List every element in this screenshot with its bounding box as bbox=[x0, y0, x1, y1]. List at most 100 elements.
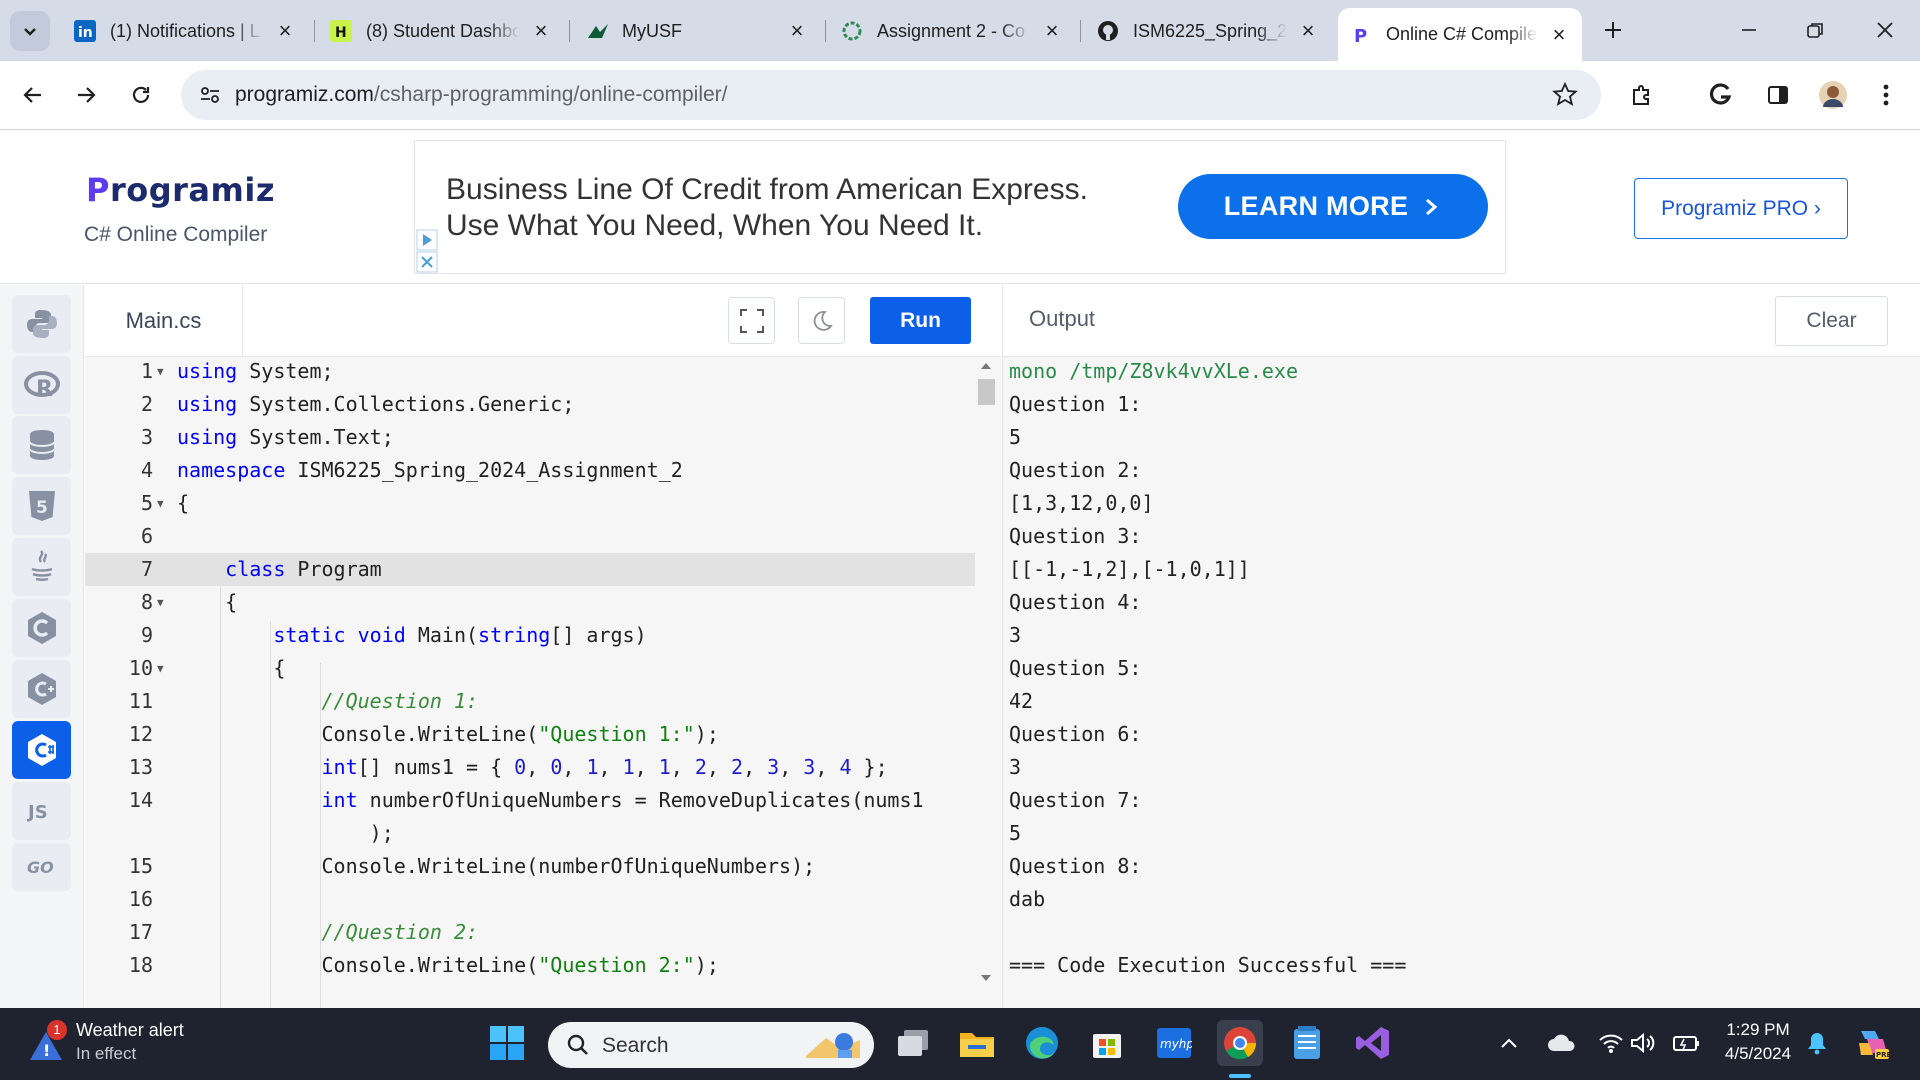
code-line: 1 ▼ using System; bbox=[140, 359, 334, 383]
back-button[interactable] bbox=[12, 74, 54, 116]
ad-choices[interactable] bbox=[416, 229, 438, 273]
language-cpp[interactable] bbox=[12, 660, 71, 718]
puzzle-icon bbox=[1633, 85, 1649, 105]
output-line: Question 4: bbox=[1009, 590, 1142, 614]
visual-studio-button[interactable] bbox=[1350, 1020, 1396, 1066]
close-icon[interactable]: × bbox=[274, 18, 296, 43]
language-java[interactable] bbox=[12, 538, 71, 596]
extensions-button[interactable] bbox=[1622, 74, 1664, 116]
notepad-button[interactable] bbox=[1284, 1020, 1330, 1066]
ad-learn-more-button[interactable]: LEARN MORE bbox=[1178, 174, 1488, 239]
tab-separator bbox=[1080, 20, 1081, 42]
programiz-header: Programiz C# Online Compiler Business Li… bbox=[0, 131, 1920, 284]
output-line: 3 bbox=[1009, 755, 1022, 779]
advertisement-banner[interactable]: Business Line Of Credit from American Ex… bbox=[414, 140, 1506, 274]
tab-search-button[interactable] bbox=[10, 11, 50, 51]
language-sql[interactable] bbox=[12, 416, 71, 474]
language-r[interactable]: R bbox=[12, 356, 71, 414]
hackerrank-icon: H bbox=[330, 20, 352, 42]
svg-text:5: 5 bbox=[36, 498, 48, 518]
copilot-button[interactable]: PRE bbox=[1850, 1020, 1896, 1066]
language-javascript[interactable]: JS bbox=[12, 782, 71, 840]
code-line: 16 bbox=[128, 887, 153, 911]
programiz-logo[interactable]: Programiz bbox=[86, 171, 275, 209]
forward-button[interactable] bbox=[65, 74, 107, 116]
notifications-button[interactable] bbox=[1800, 1020, 1834, 1066]
clock-time[interactable]: 1:29 PM bbox=[1708, 1020, 1808, 1040]
language-html[interactable]: 5 bbox=[12, 477, 71, 535]
minimize-button[interactable] bbox=[1726, 8, 1772, 52]
side-panel-button[interactable] bbox=[1757, 74, 1799, 116]
tab-separator bbox=[569, 20, 570, 42]
wifi-icon bbox=[1599, 1034, 1623, 1053]
file-explorer-button[interactable] bbox=[954, 1020, 1000, 1066]
forward-arrow-icon bbox=[78, 87, 96, 103]
close-icon[interactable]: × bbox=[1297, 18, 1319, 43]
battery-button[interactable] bbox=[1669, 1020, 1703, 1066]
tab-linkedin[interactable]: in (1) Notifications | L × bbox=[62, 10, 308, 52]
language-csharp[interactable] bbox=[12, 721, 71, 779]
svg-text:!: ! bbox=[43, 1041, 50, 1060]
svg-text:JS: JS bbox=[27, 802, 48, 823]
run-button[interactable]: Run bbox=[870, 297, 971, 344]
code-editor[interactable]: 1 ▼ using System; 2 using System.Collection… bbox=[85, 357, 1001, 1008]
editor-scrollbar[interactable] bbox=[975, 357, 997, 987]
clock-date[interactable]: 4/5/2024 bbox=[1708, 1044, 1808, 1064]
dark-mode-toggle[interactable] bbox=[798, 297, 845, 344]
browser-menu-button[interactable] bbox=[1865, 74, 1907, 116]
new-tab-button[interactable] bbox=[1590, 8, 1636, 52]
tab-canvas[interactable]: Assignment 2 - Co × bbox=[829, 10, 1075, 52]
chrome-button[interactable] bbox=[1217, 1020, 1263, 1066]
close-window-button[interactable] bbox=[1862, 8, 1908, 52]
show-hidden-icons-button[interactable] bbox=[1494, 1020, 1524, 1066]
output-line: Question 8: bbox=[1009, 854, 1142, 878]
taskbar-search[interactable]: Search bbox=[548, 1022, 874, 1068]
more-vertical-icon bbox=[1883, 84, 1889, 106]
output-title: Output bbox=[1029, 306, 1096, 331]
profile-button[interactable] bbox=[1812, 74, 1854, 116]
programiz-icon: P bbox=[1350, 24, 1372, 46]
close-icon[interactable]: × bbox=[1041, 18, 1063, 43]
myhp-button[interactable]: myhp bbox=[1151, 1020, 1197, 1066]
volume-button[interactable] bbox=[1626, 1020, 1660, 1066]
restore-button[interactable] bbox=[1792, 8, 1838, 52]
file-tab-main[interactable]: Main.cs bbox=[85, 285, 243, 357]
site-info-icon[interactable] bbox=[199, 84, 221, 111]
tab-github[interactable]: ISM6225_Spring_20 × bbox=[1085, 10, 1331, 52]
start-button[interactable] bbox=[484, 1020, 530, 1066]
code-line: 10 ▼ { bbox=[128, 656, 286, 680]
wifi-button[interactable] bbox=[1594, 1020, 1628, 1066]
language-go[interactable]: GO bbox=[12, 843, 71, 891]
edge-icon bbox=[1026, 1027, 1058, 1059]
onedrive-button[interactable] bbox=[1541, 1020, 1581, 1066]
volume-icon bbox=[1631, 1032, 1655, 1054]
grammarly-button[interactable] bbox=[1700, 74, 1742, 116]
close-icon[interactable]: × bbox=[1548, 22, 1570, 47]
language-c[interactable] bbox=[12, 599, 71, 657]
tab-myusf[interactable]: MyUSF × bbox=[574, 10, 820, 52]
output-line: dab bbox=[1009, 887, 1046, 911]
battery-icon bbox=[1673, 1036, 1699, 1051]
ad-button-label: LEARN MORE bbox=[1223, 191, 1409, 221]
url-domain: programiz.com bbox=[235, 83, 374, 106]
output-line: Question 6: bbox=[1009, 722, 1142, 746]
task-view-button[interactable] bbox=[890, 1020, 936, 1066]
bookmark-star-icon[interactable] bbox=[1552, 81, 1578, 113]
reload-button[interactable] bbox=[120, 74, 162, 116]
edge-button[interactable] bbox=[1019, 1020, 1065, 1066]
close-icon[interactable]: × bbox=[786, 18, 808, 43]
bell-icon bbox=[1808, 1033, 1826, 1055]
language-python[interactable] bbox=[12, 295, 71, 353]
tab-hackerrank[interactable]: H (8) Student Dashbo × bbox=[318, 10, 564, 52]
tab-programiz-active[interactable]: P Online C# Compile × bbox=[1338, 8, 1582, 61]
microsoft-store-button[interactable] bbox=[1084, 1020, 1130, 1066]
output-line: [1,3,12,0,0] bbox=[1009, 491, 1154, 515]
close-icon[interactable]: × bbox=[530, 18, 552, 43]
close-icon bbox=[1877, 22, 1893, 38]
fullscreen-button[interactable] bbox=[728, 297, 775, 344]
programiz-pro-button[interactable]: Programiz PRO › bbox=[1634, 178, 1848, 239]
svg-text:in: in bbox=[78, 25, 93, 41]
address-bar[interactable]: programiz.com/csharp-programming/online-… bbox=[181, 70, 1601, 120]
output-line: Question 3: bbox=[1009, 524, 1142, 548]
clear-button[interactable]: Clear bbox=[1775, 296, 1888, 346]
